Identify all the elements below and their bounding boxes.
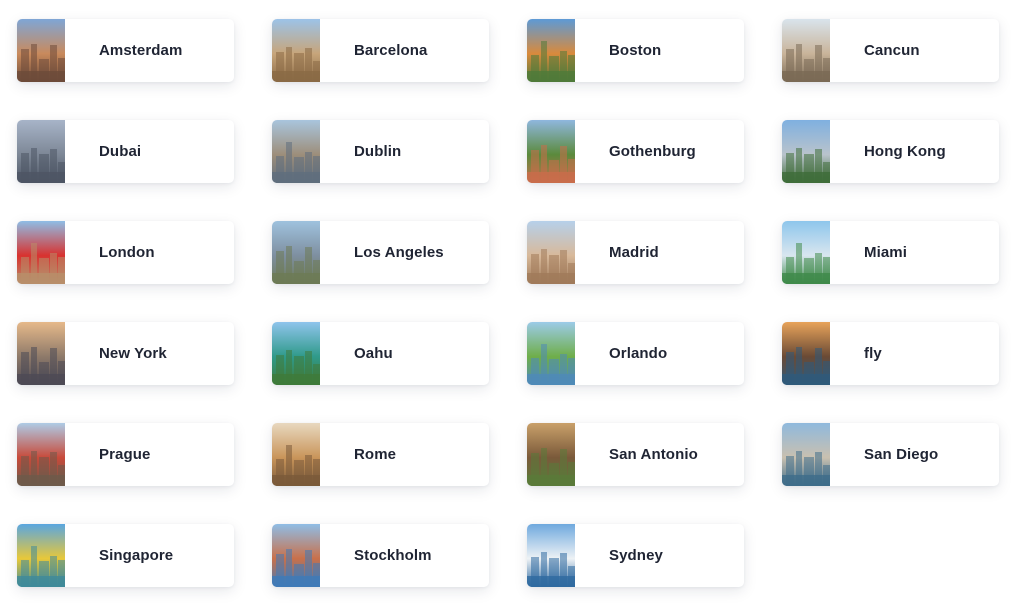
san-diego-photo: [782, 423, 830, 486]
orlando-photo: [527, 322, 575, 385]
prague-photo: [17, 423, 65, 486]
barcelona-photo: [272, 19, 320, 82]
new-york-photo: [17, 322, 65, 385]
destination-card-orlando[interactable]: Orlando: [527, 322, 744, 385]
destination-card-madrid[interactable]: Madrid: [527, 221, 744, 284]
destinations-page: Amsterdam Barcelona Boston Cancun Dubai …: [0, 0, 1024, 610]
destination-name: Amsterdam: [99, 42, 183, 59]
stockholm-photo: [272, 524, 320, 587]
los-angeles-photo: [272, 221, 320, 284]
destination-name: Dublin: [354, 143, 402, 160]
destination-name: Rome: [354, 446, 397, 463]
dubai-photo: [17, 120, 65, 183]
destination-name: Los Angeles: [354, 244, 444, 261]
london-photo: [17, 221, 65, 284]
destination-card-dubai[interactable]: Dubai: [17, 120, 234, 183]
sydney-photo: [527, 524, 575, 587]
destination-name: Cancun: [864, 42, 920, 59]
destination-name: London: [99, 244, 155, 261]
destination-card-gothenburg[interactable]: Gothenburg: [527, 120, 744, 183]
destination-name: San Diego: [864, 446, 939, 463]
singapore-photo: [17, 524, 65, 587]
destination-card-boston[interactable]: Boston: [527, 19, 744, 82]
destination-card-los-angeles[interactable]: Los Angeles: [272, 221, 489, 284]
destination-card-stockholm[interactable]: Stockholm: [272, 524, 489, 587]
boston-photo: [527, 19, 575, 82]
destination-name: Miami: [864, 244, 908, 261]
miami-photo: [782, 221, 830, 284]
destination-card-fly[interactable]: fly: [782, 322, 999, 385]
destination-card-sydney[interactable]: Sydney: [527, 524, 744, 587]
destination-grid: Amsterdam Barcelona Boston Cancun Dubai …: [17, 19, 1007, 594]
destination-card-cancun[interactable]: Cancun: [782, 19, 999, 82]
destination-card-san-diego[interactable]: San Diego: [782, 423, 999, 486]
destination-name: Sydney: [609, 547, 663, 564]
destination-card-oahu[interactable]: Oahu: [272, 322, 489, 385]
destination-name: Hong Kong: [864, 143, 946, 160]
destination-card-barcelona[interactable]: Barcelona: [272, 19, 489, 82]
destination-card-hong-kong[interactable]: Hong Kong: [782, 120, 999, 183]
san-antonio-photo: [527, 423, 575, 486]
oahu-photo: [272, 322, 320, 385]
destination-card-singapore[interactable]: Singapore: [17, 524, 234, 587]
destination-card-dublin[interactable]: Dublin: [272, 120, 489, 183]
dublin-photo: [272, 120, 320, 183]
destination-card-miami[interactable]: Miami: [782, 221, 999, 284]
destination-name: Oahu: [354, 345, 393, 362]
destination-name: fly: [864, 345, 882, 362]
destination-card-rome[interactable]: Rome: [272, 423, 489, 486]
destination-card-london[interactable]: London: [17, 221, 234, 284]
destination-name: Dubai: [99, 143, 142, 160]
destination-name: Stockholm: [354, 547, 432, 564]
destination-card-amsterdam[interactable]: Amsterdam: [17, 19, 234, 82]
destination-name: Madrid: [609, 244, 659, 261]
destination-card-prague[interactable]: Prague: [17, 423, 234, 486]
destination-name: Boston: [609, 42, 662, 59]
madrid-photo: [527, 221, 575, 284]
cancun-photo: [782, 19, 830, 82]
destination-name: New York: [99, 345, 167, 362]
paris-photo: [782, 322, 830, 385]
destination-name: Prague: [99, 446, 151, 463]
destination-name: Orlando: [609, 345, 668, 362]
destination-name: Barcelona: [354, 42, 428, 59]
hong-kong-photo: [782, 120, 830, 183]
rome-photo: [272, 423, 320, 486]
destination-name: San Antonio: [609, 446, 698, 463]
amsterdam-photo: [17, 19, 65, 82]
destination-name: Singapore: [99, 547, 174, 564]
destination-card-new-york[interactable]: New York: [17, 322, 234, 385]
gothenburg-photo: [527, 120, 575, 183]
destination-card-san-antonio[interactable]: San Antonio: [527, 423, 744, 486]
destination-name: Gothenburg: [609, 143, 696, 160]
